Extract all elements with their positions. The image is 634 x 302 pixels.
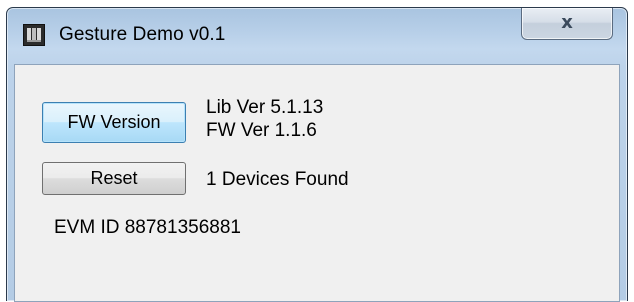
fw-version-label: FW Ver 1.1.6 (206, 120, 317, 141)
fw-version-button[interactable]: FW Version (42, 102, 186, 143)
close-icon: x (561, 11, 573, 33)
window-title: Gesture Demo v0.1 (59, 24, 226, 45)
evm-id-label: EVM ID 88781356881 (54, 217, 241, 238)
client-area: FW Version Lib Ver 5.1.13 FW Ver 1.1.6 R… (14, 64, 620, 302)
devices-found-label: 1 Devices Found (206, 169, 349, 190)
app-logo-icon (23, 24, 45, 46)
reset-button[interactable]: Reset (42, 162, 186, 195)
close-button[interactable]: x (521, 8, 613, 40)
lib-version-label: Lib Ver 5.1.13 (206, 97, 324, 118)
app-window: Gesture Demo v0.1 x FW Version Lib Ver 5… (6, 7, 628, 302)
title-bar[interactable]: Gesture Demo v0.1 x (7, 8, 627, 64)
